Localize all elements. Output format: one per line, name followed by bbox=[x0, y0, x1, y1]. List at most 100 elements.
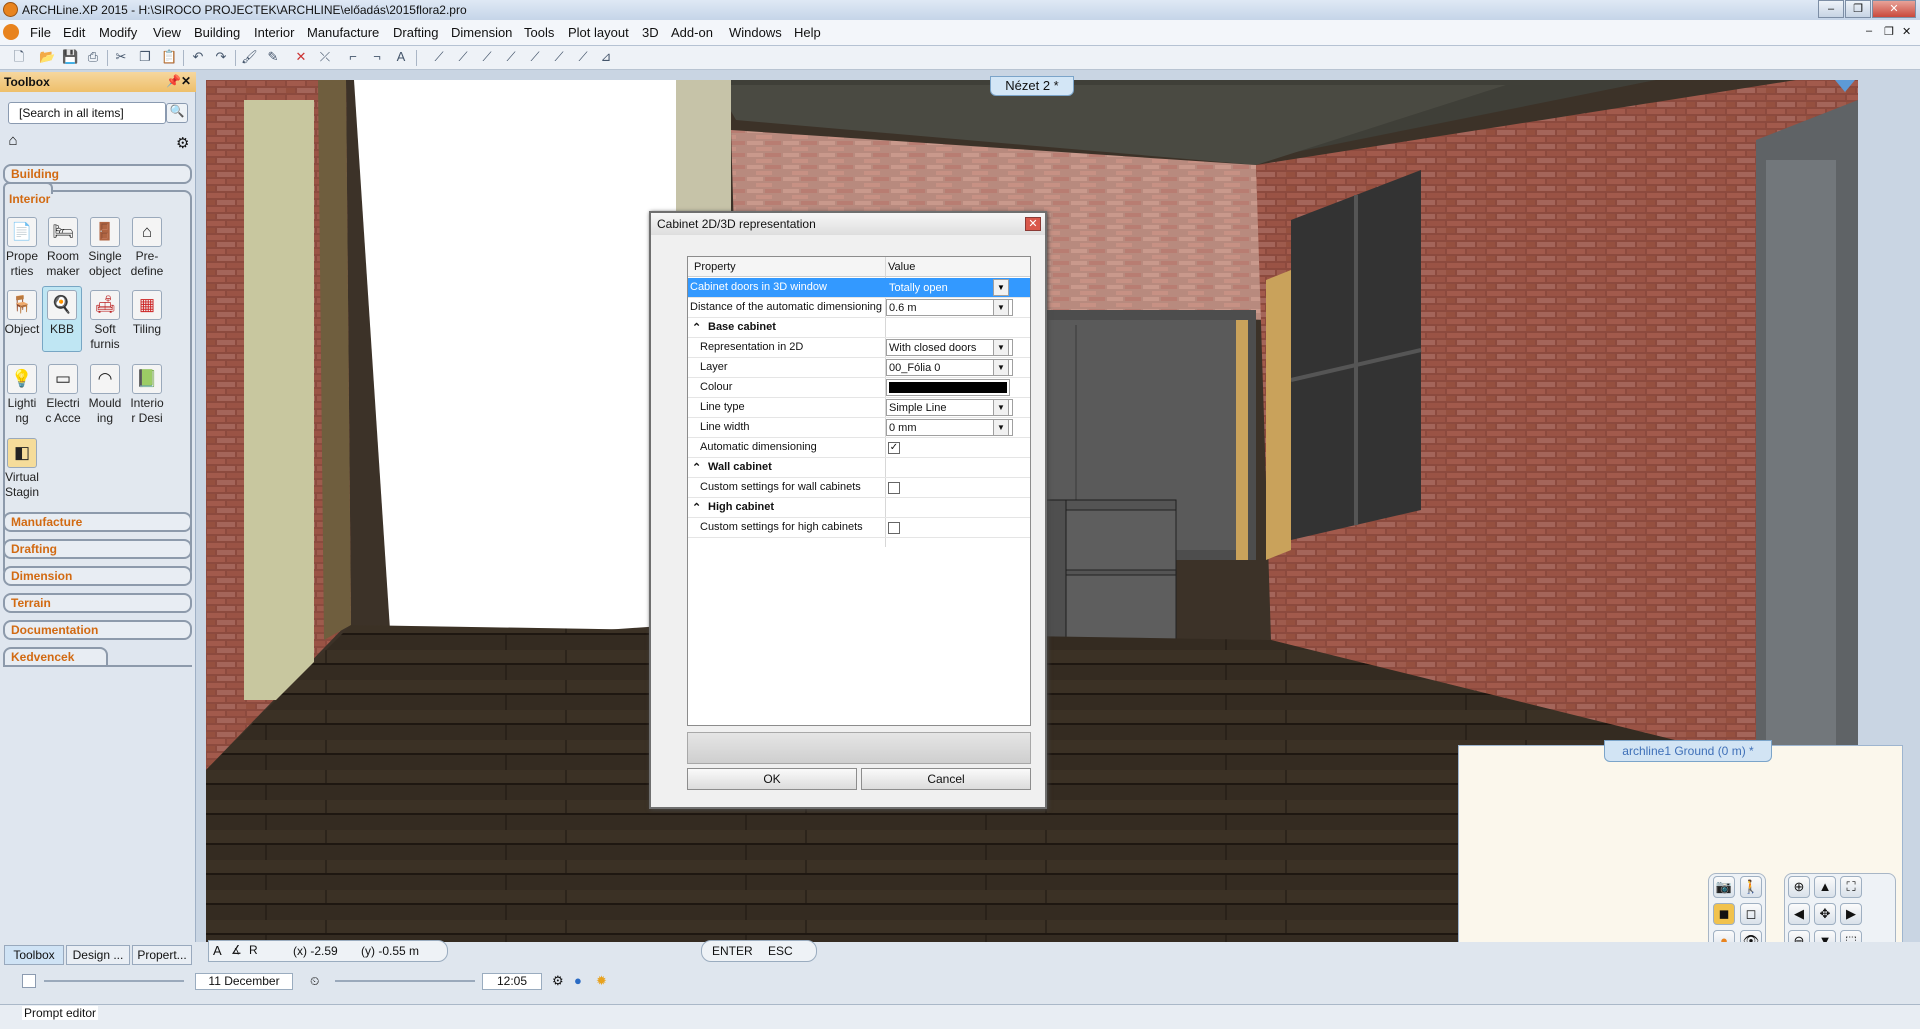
group-base-cabinet[interactable]: ⌃ Base cabinet bbox=[688, 318, 1030, 338]
relative-icon[interactable]: R bbox=[249, 943, 258, 957]
category-kedvencek[interactable]: Kedvencek bbox=[3, 647, 108, 667]
menu-drafting[interactable]: Drafting bbox=[393, 25, 439, 40]
dropdown-arrow-icon[interactable]: ▼ bbox=[993, 399, 1009, 416]
pan-right-icon[interactable]: ▶ bbox=[1840, 903, 1862, 925]
pencil-icon[interactable]: ✎ bbox=[265, 49, 281, 65]
open-icon[interactable]: 📂 bbox=[39, 49, 55, 65]
trim-icon[interactable]: ⤫ bbox=[317, 49, 333, 65]
dim8-icon[interactable]: ⊿ bbox=[598, 49, 614, 65]
snap-icon[interactable]: A bbox=[213, 943, 222, 958]
search-icon[interactable]: 🔍 bbox=[166, 103, 188, 123]
maximize-button[interactable]: ❐ bbox=[1845, 0, 1871, 18]
row-layer[interactable]: Layer 00_Fólia 0 ▼ bbox=[688, 358, 1030, 378]
collapse-icon[interactable]: ⌃ bbox=[692, 501, 701, 514]
time-field[interactable]: 12:05 bbox=[482, 973, 542, 990]
zoom-extents-icon[interactable]: ⛶ bbox=[1840, 876, 1862, 898]
category-dimension[interactable]: Dimension bbox=[3, 566, 192, 586]
row-high-custom[interactable]: Custom settings for high cabinets bbox=[688, 518, 1030, 538]
time-slider[interactable] bbox=[335, 980, 475, 982]
row-colour[interactable]: Colour bbox=[688, 378, 1030, 398]
pin-icon[interactable]: 📌 bbox=[166, 74, 181, 88]
menu-interior[interactable]: Interior bbox=[254, 25, 294, 40]
doc-minimize-icon[interactable]: – bbox=[1866, 25, 1872, 37]
ok-button[interactable]: OK bbox=[687, 768, 857, 790]
menu-dimension[interactable]: Dimension bbox=[451, 25, 512, 40]
enter-button[interactable]: ENTER bbox=[712, 944, 753, 958]
dialog-close-icon[interactable]: ✕ bbox=[1025, 217, 1041, 231]
close-button[interactable]: ✕ bbox=[1872, 0, 1916, 18]
toolbox-search-input[interactable]: [Search in all items] bbox=[8, 102, 166, 124]
tool-room-maker[interactable]: 🛏 Room maker bbox=[43, 217, 83, 279]
cancel-button[interactable]: Cancel bbox=[861, 768, 1031, 790]
doc-close-icon[interactable]: ✕ bbox=[1902, 25, 1911, 38]
tool-interior-design[interactable]: 📗 Interio r Desi bbox=[127, 364, 167, 426]
settings-gear-icon[interactable]: ⚙ bbox=[176, 134, 189, 152]
dropdown-arrow-icon[interactable]: ▼ bbox=[993, 279, 1009, 296]
pan-up-icon[interactable]: ▲ bbox=[1814, 876, 1836, 898]
text-icon[interactable]: A bbox=[393, 49, 409, 65]
clock-icon[interactable]: ⏲ bbox=[310, 974, 319, 989]
tool-virtual-staging[interactable]: ◧ Virtual Stagin bbox=[2, 438, 42, 500]
category-terrain[interactable]: Terrain bbox=[3, 593, 192, 613]
dim4-icon[interactable]: ⟋ bbox=[503, 49, 519, 65]
zoom-in-icon[interactable]: ⊕ bbox=[1788, 876, 1810, 898]
calendar-icon[interactable] bbox=[22, 974, 36, 988]
row-dimension-distance[interactable]: Distance of the automatic dimensioning 0… bbox=[688, 298, 1030, 318]
dropdown-arrow-icon[interactable]: ▼ bbox=[993, 419, 1009, 436]
dim2-icon[interactable]: ⟋ bbox=[455, 49, 471, 65]
collapse-icon[interactable]: ⌃ bbox=[692, 461, 701, 474]
angle-icon[interactable]: ∡ bbox=[231, 943, 242, 957]
solid-cube-icon[interactable]: ◼ bbox=[1713, 903, 1735, 925]
dim6-icon[interactable]: ⟋ bbox=[551, 49, 567, 65]
new-icon[interactable]: 🗋 bbox=[11, 49, 27, 65]
wall-custom-checkbox[interactable] bbox=[888, 482, 900, 494]
tool-kbb[interactable]: 🍳 KBB bbox=[42, 286, 82, 352]
corner-icon[interactable]: ⌐ bbox=[345, 49, 361, 65]
menu-help[interactable]: Help bbox=[794, 25, 821, 40]
menu-manufacture[interactable]: Manufacture bbox=[307, 25, 379, 40]
colour-value[interactable] bbox=[886, 379, 1010, 396]
tool-electric[interactable]: ▭ Electri c Acce bbox=[43, 364, 83, 426]
tool-single-object[interactable]: 🚪 Single object bbox=[85, 217, 125, 279]
undo-icon[interactable]: ↶ bbox=[190, 49, 206, 65]
esc-button[interactable]: ESC bbox=[768, 944, 793, 958]
copy-icon[interactable]: ❐ bbox=[137, 49, 153, 65]
dropdown-arrow-icon[interactable]: ▼ bbox=[993, 359, 1009, 376]
dim3-icon[interactable]: ⟋ bbox=[479, 49, 495, 65]
menu-building[interactable]: Building bbox=[194, 25, 240, 40]
menu-3d[interactable]: 3D bbox=[642, 25, 659, 40]
panel-tab-properties[interactable]: Propert... bbox=[132, 945, 192, 965]
paste-icon[interactable]: 📋 bbox=[161, 49, 177, 65]
group-wall-cabinet[interactable]: ⌃ Wall cabinet bbox=[688, 458, 1030, 478]
category-documentation[interactable]: Documentation bbox=[3, 620, 192, 640]
delete-icon[interactable]: ✕ bbox=[293, 49, 309, 65]
walk-icon[interactable]: 🚶 bbox=[1740, 876, 1762, 898]
group-high-cabinet[interactable]: ⌃ High cabinet bbox=[688, 498, 1030, 518]
paint-icon[interactable]: 🖌 bbox=[241, 49, 258, 65]
pan-left-icon[interactable]: ◀ bbox=[1788, 903, 1810, 925]
toolbox-close-icon[interactable]: ✕ bbox=[181, 74, 191, 88]
row-line-width[interactable]: Line width 0 mm ▼ bbox=[688, 418, 1030, 438]
dropdown-arrow-icon[interactable]: ▼ bbox=[993, 299, 1009, 316]
camera-icon[interactable]: 📷 bbox=[1713, 876, 1735, 898]
pan-icon[interactable]: ✥ bbox=[1814, 903, 1836, 925]
category-building[interactable]: Building bbox=[3, 164, 192, 184]
menu-add-on[interactable]: Add-on bbox=[671, 25, 713, 40]
globe-icon[interactable]: ● bbox=[574, 973, 582, 988]
dropdown-arrow-icon[interactable]: ▼ bbox=[993, 339, 1009, 356]
row-line-type[interactable]: Line type Simple Line ▼ bbox=[688, 398, 1030, 418]
menu-edit[interactable]: Edit bbox=[63, 25, 85, 40]
menu-tools[interactable]: Tools bbox=[524, 25, 554, 40]
print-icon[interactable]: ⎙ bbox=[85, 49, 101, 65]
row-wall-custom[interactable]: Custom settings for wall cabinets bbox=[688, 478, 1030, 498]
tool-lighting[interactable]: 💡 Lighti ng bbox=[2, 364, 42, 426]
cut-icon[interactable]: ✂ bbox=[113, 49, 129, 65]
dim5-icon[interactable]: ⟋ bbox=[527, 49, 543, 65]
minimap-tab[interactable]: archline1 Ground (0 m) * bbox=[1604, 740, 1772, 762]
menu-windows[interactable]: Windows bbox=[729, 25, 782, 40]
menu-modify[interactable]: Modify bbox=[99, 25, 137, 40]
collapse-icon[interactable]: ⌃ bbox=[692, 321, 701, 334]
app-menu-icon[interactable] bbox=[3, 24, 19, 40]
tool-moulding[interactable]: ◠ Mould ing bbox=[85, 364, 125, 426]
row-representation-2d[interactable]: Representation in 2D With closed doors ▼ bbox=[688, 338, 1030, 358]
